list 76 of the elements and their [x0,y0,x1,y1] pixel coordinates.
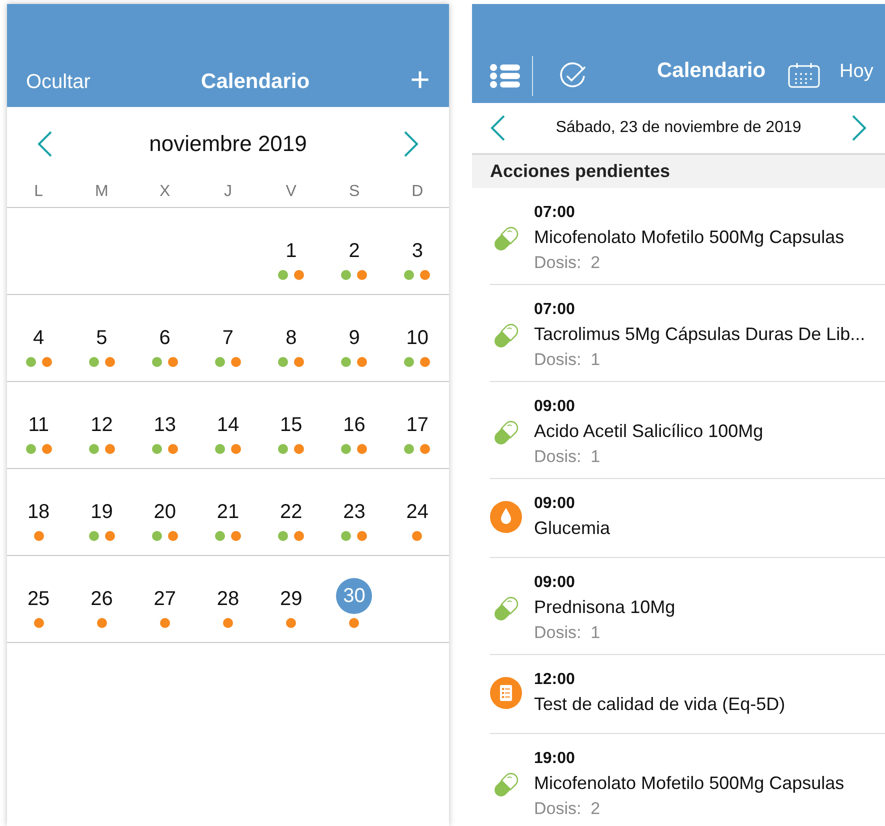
calendar-day[interactable]: 28 [216,586,240,612]
dose-text: Dosis: 1 [534,349,602,371]
action-item[interactable]: 09:00 Glucemia [490,479,885,558]
action-name: Micofenolato Mofetilo 500Mg Capsulas [534,226,844,249]
nav-title: Calendario [657,58,766,84]
calendar-day[interactable]: 4 [33,325,44,351]
previous-month-icon[interactable] [37,130,53,156]
weekday-label: D [410,182,424,202]
calendar-day[interactable]: 2 [348,238,360,264]
calendar-icon[interactable] [788,62,820,88]
calendar-day[interactable]: 19 [90,499,113,525]
calendar-day[interactable]: 13 [154,412,176,438]
date-title: Sábado, 23 de noviembre de 2019 [556,118,802,138]
calendar-day[interactable]: 7 [222,325,234,351]
action-item[interactable]: 07:00 Tacrolimus 5Mg Cápsulas Duras De Lib... Dosis: 1 [490,285,885,382]
calendar-day[interactable]: 6 [159,325,170,351]
action-name: Test de calidad de vida (Eq-5D) [534,693,786,716]
calendar-day[interactable]: 12 [90,412,113,438]
calendar-day[interactable]: 23 [343,499,366,525]
action-time: 09:00 [534,494,576,514]
calendar-day[interactable]: 8 [286,325,297,351]
calendar-day[interactable]: 22 [280,499,302,525]
action-time: 09:00 [534,573,576,593]
action-time: 07:00 [534,203,576,223]
calendar-day[interactable]: 18 [27,499,50,525]
weekday-label: S [348,182,361,202]
calendar-day[interactable]: 29 [280,586,302,612]
menu-icon[interactable] [490,64,520,88]
dose-text: Dosis: 1 [534,446,602,468]
action-name: Tacrolimus 5Mg Cápsulas Duras De Lib... [534,323,866,346]
action-item[interactable]: 07:00 Micofenolato Mofetilo 500Mg Capsulas Dosis: 2 [490,188,885,285]
action-name: Acido Acetil Salicílico 100Mg [534,420,764,443]
calendar-day[interactable]: 21 [216,499,240,525]
action-time: 09:00 [534,397,576,417]
section-header: Acciones pendientes [472,155,885,188]
action-item[interactable]: 09:00 Prednisona 10Mg Dosis: 1 [490,558,885,655]
month-title: noviembre 2019 [149,130,307,158]
action-time: 19:00 [534,749,576,769]
dose-text: Dosis: 2 [534,252,602,274]
calendar-day[interactable]: 20 [154,499,176,525]
calendar-day[interactable]: 10 [406,325,429,351]
calendar-day[interactable]: 15 [280,412,302,438]
calendar-day[interactable]: 3 [412,238,423,264]
action-time: 12:00 [534,670,576,690]
calendar-day[interactable]: 17 [406,412,429,438]
action-item[interactable]: 19:00 Micofenolato Mofetilo 500Mg Capsulas Dosis: 2 [490,734,885,826]
weekday-label: V [284,182,298,202]
previous-day-icon[interactable] [490,115,506,141]
action-item[interactable]: 09:00 Acido Acetil Salicílico 100Mg Dosis: 1 [490,382,885,479]
checklist-icon [490,677,522,709]
dose-text: Dosis: 2 [534,798,602,820]
weekday-label: X [158,182,172,202]
drop-icon [490,501,522,533]
action-name: Prednisona 10Mg [534,596,676,619]
calendar-day[interactable]: 5 [96,325,108,351]
check-circle-icon[interactable] [559,62,587,90]
action-item[interactable]: 12:00 Test de calidad de vida (Eq-5D) [490,655,885,734]
calendar-day[interactable]: 14 [216,412,240,438]
weekday-label: L [33,182,44,202]
calendar-day[interactable]: 26 [90,586,113,612]
action-name: Micofenolato Mofetilo 500Mg Capsulas [534,772,844,795]
next-month-icon[interactable] [403,130,419,156]
calendar-day[interactable]: 24 [406,499,429,525]
weekday-label: J [222,182,233,202]
calendar-day[interactable]: 11 [28,412,49,438]
action-time: 07:00 [534,300,576,320]
calendar-day[interactable]: 25 [27,586,50,612]
action-name: Glucemia [534,517,610,540]
weekday-label: M [94,182,110,202]
dose-text: Dosis: 1 [534,622,602,644]
calendar-day[interactable]: 1 [286,238,297,264]
calendar-day[interactable]: 16 [343,412,366,438]
next-day-icon[interactable] [851,115,867,141]
calendar-day[interactable]: 9 [348,325,360,351]
nav-title: Calendario [201,68,310,94]
calendar-day[interactable]: 27 [154,586,176,612]
